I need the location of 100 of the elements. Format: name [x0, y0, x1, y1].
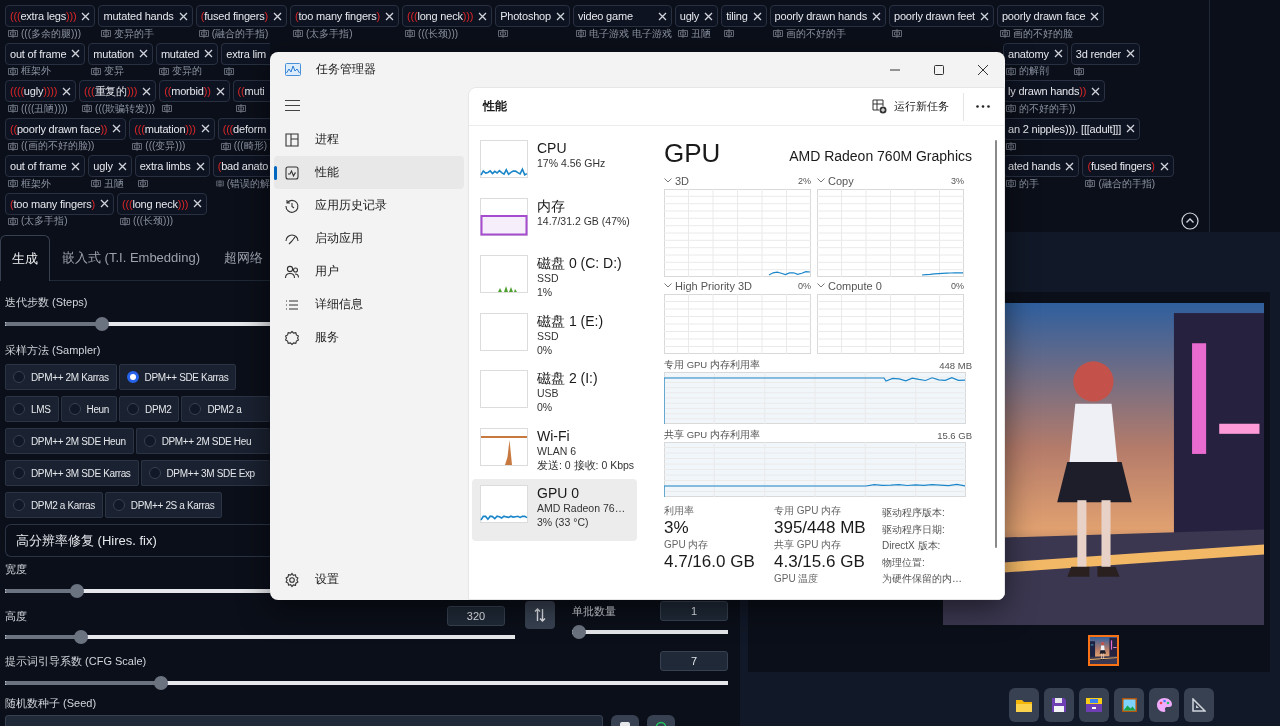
sampler-option[interactable]: DPM2	[119, 396, 180, 422]
tag-translation: 丑陋	[104, 176, 125, 191]
stat-value: 395/448 MB	[774, 517, 867, 539]
stat-label: 共享 GPU 内存	[774, 539, 843, 551]
tag-translation: (((长颈)))	[133, 214, 174, 228]
sampler-option[interactable]: DPM2 a	[181, 396, 270, 422]
nav-item[interactable]: 性能	[274, 156, 464, 189]
tab[interactable]: 嵌入式 (T.I. Embedding)	[50, 235, 212, 280]
tag-label: ugly	[93, 160, 113, 172]
sampler-option[interactable]: DPM++ 2M SDE Heu	[135, 428, 270, 454]
tag-translation: 电子游戏 电子游戏	[588, 26, 672, 41]
graph-max: 15.6 GB	[937, 429, 972, 441]
run-task-button[interactable]: 运行新任务	[866, 95, 955, 118]
nav-item[interactable]: 进程	[274, 123, 464, 156]
tag-label: (fused fingers)	[1087, 160, 1155, 172]
nav-item[interactable]: 应用历史记录	[274, 189, 464, 222]
engine-usage: 2%	[798, 175, 811, 186]
stat-label: 利用率	[664, 505, 695, 517]
nav-item[interactable]: 启动应用	[274, 222, 464, 255]
tag-label: ly drawn hands))	[1008, 85, 1087, 97]
tag-translation: (融合的手指)	[211, 26, 269, 41]
tag-translation: (((畸形)	[233, 139, 267, 153]
sampler-option[interactable]: DPM++ 2S a Karras	[104, 492, 223, 518]
tag-label: mutated hands	[103, 10, 174, 22]
height-field[interactable]: 320	[447, 606, 505, 626]
hires-fix-accordion[interactable]: 高分辨率修复 (Hires. fix)	[5, 524, 270, 557]
device-item[interactable]: 磁盘 1 (E:) SSD 0%	[472, 311, 637, 369]
device-item[interactable]: GPU 0 AMD Radeon 76… 3% (33 °C)	[472, 479, 637, 541]
batch-size-field[interactable]: 1	[660, 601, 728, 621]
field-label: 随机数种子 (Seed)	[5, 696, 97, 711]
tag-label: ((muti	[237, 85, 265, 97]
tag-translation: 变异的手	[114, 26, 155, 41]
tab[interactable]: 超网络	[212, 235, 264, 280]
property-label: DirectX 版本:	[882, 539, 942, 553]
tag-label: ugly	[679, 10, 700, 22]
sampler-option[interactable]: DPM++ 2M Karras	[5, 364, 117, 390]
tag-label: out of frame	[10, 47, 67, 60]
property-label: 为硬件保留的内…	[882, 572, 963, 586]
sampler-option[interactable]: LMS	[5, 396, 59, 422]
tag-label: poorly drawn feet	[893, 10, 975, 22]
engine-name: High Priority 3D	[675, 279, 753, 292]
tag-translation: 框架外	[21, 64, 51, 78]
field-label: 单批数量	[572, 603, 616, 619]
nav-item[interactable]: 用户	[274, 255, 464, 288]
tag-label: (((extra legs)))	[10, 10, 77, 22]
tab[interactable]: 生成	[0, 235, 50, 281]
tag-translation: (太多手指)	[21, 214, 68, 228]
tag-label: (((long neck)))	[122, 197, 189, 210]
tag-translation: 变异	[104, 64, 125, 78]
nav-item[interactable]: 设置	[274, 563, 464, 596]
tag-label: (((重复的)))	[84, 83, 138, 99]
device-item[interactable]: 内存 14.7/31.2 GB (47%)	[472, 196, 637, 254]
stat-value: 4.7/16.0 GB	[664, 551, 756, 573]
tag-label: an 2 nipples))). [[[adult]]]	[1008, 122, 1121, 135]
page-title: 性能	[483, 98, 507, 115]
engine-usage: 3%	[951, 175, 964, 186]
sampler-option[interactable]: DPM2 a Karras	[5, 492, 103, 518]
tag-label: video game	[577, 10, 633, 22]
device-item[interactable]: 磁盘 0 (C: D:) SSD 1%	[472, 254, 637, 312]
stat-label: GPU 温度	[774, 573, 820, 585]
nav-item[interactable]: 服务	[274, 321, 464, 354]
nav-item[interactable]: 详细信息	[274, 288, 464, 321]
tag-translation: (((长颈)))	[418, 26, 459, 41]
tag-translation: 的手	[1019, 176, 1039, 191]
tag-translation: 框架外	[21, 176, 51, 191]
tag-label: (bad anato	[217, 160, 269, 172]
sampler-option[interactable]: DPM++ SDE Karras	[118, 364, 237, 390]
tag-translation: (((多余的腿)))	[21, 26, 81, 41]
window-title: 任务管理器	[316, 61, 376, 78]
tag-label: mutated	[160, 47, 200, 60]
device-item[interactable]: CPU 17% 4.56 GHz	[472, 139, 637, 197]
sampler-option[interactable]: DPM++ 3M SDE Karras	[5, 460, 139, 486]
sampler-option[interactable]: DPM++ 2M SDE Heun	[5, 428, 134, 454]
tag-translation: (融合的手指)	[1098, 176, 1156, 191]
tag-label: poorly drawn face	[1001, 10, 1086, 22]
device-item[interactable]: 磁盘 2 (I:) USB 0%	[472, 369, 637, 427]
field-label: 高度	[5, 608, 27, 624]
field-label: 宽度	[5, 562, 27, 577]
cfg-scale-field[interactable]: 7	[660, 651, 728, 671]
stat-value: 3%	[664, 517, 690, 539]
field-label: 迭代步数 (Steps)	[5, 295, 88, 310]
tag-translation: (((欺骗转发)))	[95, 101, 156, 116]
tag-translation: 画的不好的手	[785, 26, 846, 41]
tag-translation: (错误的解	[226, 176, 270, 191]
graph-label: 共享 GPU 内存利用率	[664, 428, 760, 442]
tag-label: mutation	[93, 47, 134, 60]
tag-label: ((poorly drawn face))	[10, 122, 108, 135]
tag-label: Photoshop	[500, 10, 551, 22]
engine-usage: 0%	[798, 280, 811, 291]
sampler-option[interactable]: Heun	[60, 396, 118, 422]
tag-label: (((mutation)))	[134, 122, 196, 135]
tag-label: extra lim	[226, 47, 266, 60]
sampler-option[interactable]: DPM++ 3M SDE Exp	[140, 460, 270, 486]
property-label: 驱动程序日期:	[882, 522, 946, 537]
tag-label: ((morbid))	[164, 85, 211, 97]
field-label: 提示词引导系数 (CFG Scale)	[5, 653, 147, 669]
stat-label: 专用 GPU 内存	[774, 505, 843, 517]
stat-value: 4.3/15.6 GB	[774, 551, 866, 573]
tag-translation: 丑陋	[690, 26, 711, 41]
tag-label: out of frame	[10, 160, 67, 172]
